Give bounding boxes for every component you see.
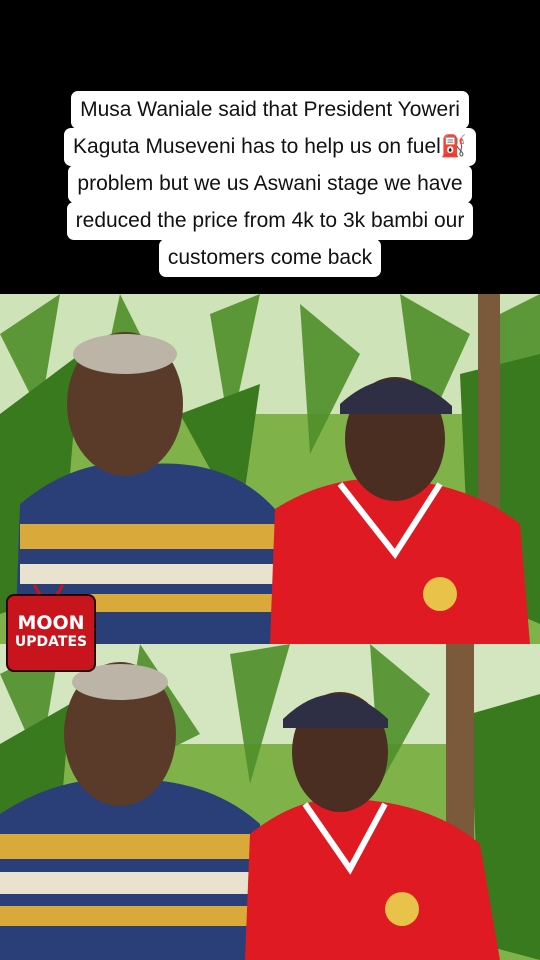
photo-two-men-bottom	[0, 644, 540, 960]
caption-line-1: Musa Waniale said that President Yoweri	[71, 91, 469, 129]
moon-updates-logo: MOON UPDATES	[6, 584, 96, 672]
caption-line-4: reduced the price from 4k to 3k bambi ou…	[66, 202, 474, 240]
logo-text-line1: MOON	[17, 612, 85, 634]
logo-text-line2: UPDATES	[14, 634, 88, 650]
logo-box: MOON UPDATES	[6, 594, 96, 672]
caption-line-5: customers come back	[158, 239, 382, 277]
caption-line-3: problem but we us Aswani stage we have	[68, 165, 472, 203]
caption-line-2: Kaguta Museveni has to help us on fuel⛽	[64, 128, 476, 166]
caption-overlay: Musa Waniale said that President Yoweri …	[0, 91, 540, 277]
